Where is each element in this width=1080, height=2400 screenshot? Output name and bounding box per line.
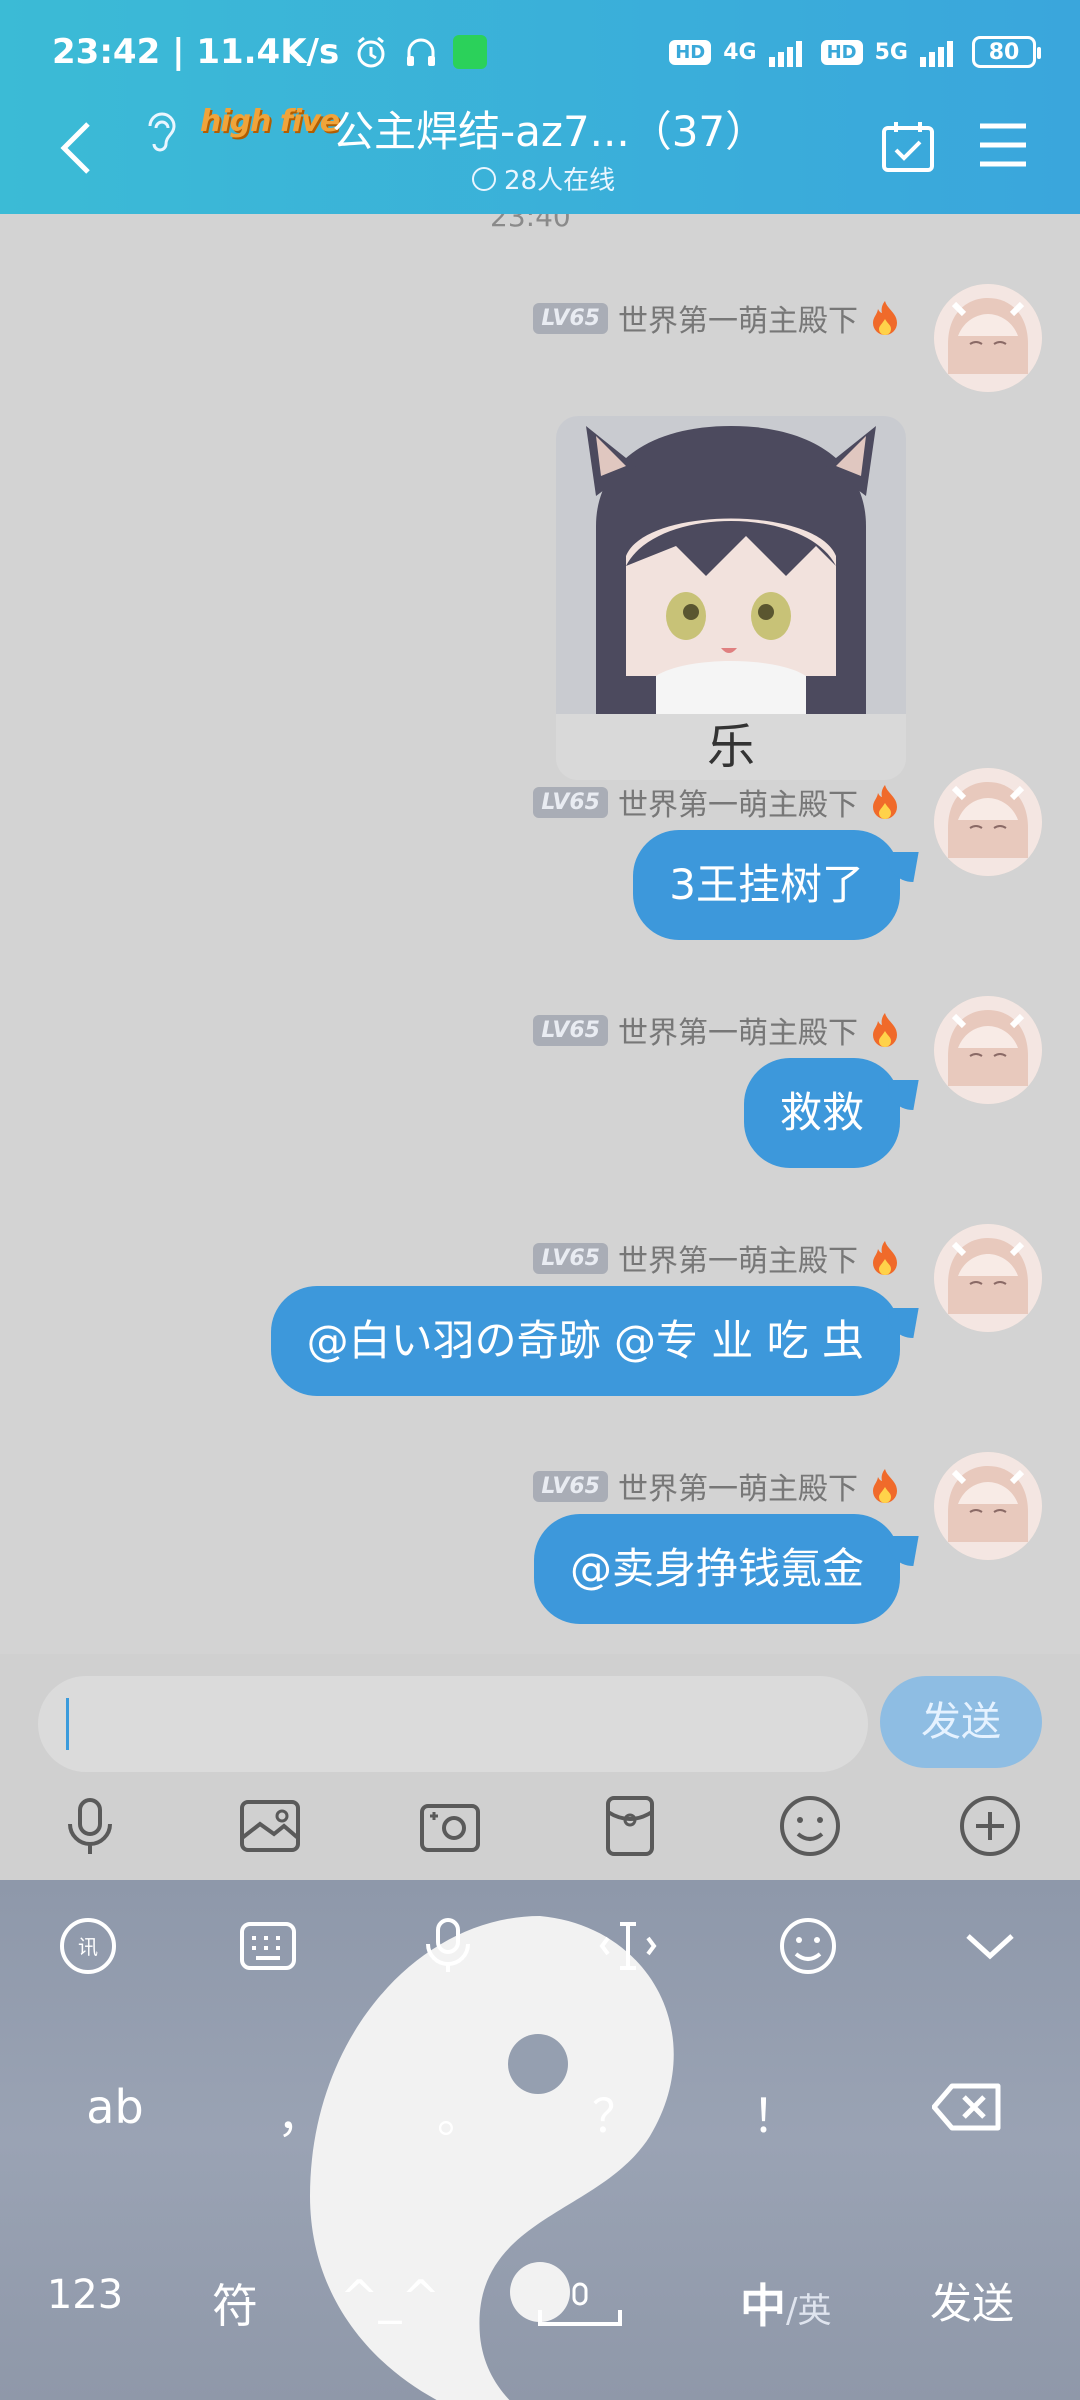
sender-name[interactable]: 世界第一萌主殿下: [618, 296, 858, 340]
menu-icon[interactable]: [978, 122, 1028, 168]
level-badge: LV65: [533, 1014, 608, 1046]
lang-zh: 中: [740, 2279, 786, 2333]
fire-icon: [873, 1469, 897, 1503]
avatar[interactable]: [934, 1452, 1042, 1560]
send-button[interactable]: 发送: [880, 1676, 1042, 1768]
mic-icon[interactable]: [58, 1794, 122, 1858]
backspace-icon[interactable]: [932, 2082, 1002, 2132]
fire-icon: [873, 1241, 897, 1275]
sender-name[interactable]: 世界第一萌主殿下: [618, 1236, 858, 1280]
text-cursor: [66, 1698, 69, 1750]
battery-icon: 80: [972, 36, 1041, 68]
chevron-down-icon: [472, 166, 496, 191]
avatar[interactable]: [934, 768, 1042, 876]
group-brand-logo: high five: [200, 104, 340, 139]
key-symbols[interactable]: 符: [190, 2270, 280, 2336]
sticker-message[interactable]: 乐: [556, 416, 906, 780]
message-bubble[interactable]: 3王挂树了: [633, 830, 900, 940]
group-title[interactable]: 公主焊结-az7...（37）: [332, 98, 767, 159]
status-time: 23:42 | 11.4K/s: [52, 32, 340, 72]
sender-name[interactable]: 世界第一萌主殿下: [618, 780, 858, 824]
hd-badge: HD: [669, 39, 712, 65]
image-icon[interactable]: [238, 1794, 302, 1858]
message-bubble[interactable]: @白い羽の奇跡 @专 业 吃 虫: [270, 1286, 900, 1396]
svg-text:讯: 讯: [78, 1935, 98, 1959]
avatar[interactable]: [934, 996, 1042, 1104]
message-input[interactable]: [38, 1676, 868, 1772]
network-label: 4G: [723, 39, 757, 65]
avatar[interactable]: [934, 284, 1042, 392]
emoji-icon[interactable]: [778, 1916, 838, 1976]
message-timestamp: 23:40: [490, 214, 571, 233]
space-key[interactable]: [530, 2280, 630, 2340]
message-sender: LV65 世界第一萌主殿下: [533, 1008, 902, 1052]
camera-icon[interactable]: [418, 1794, 482, 1858]
chevron-down-icon[interactable]: [960, 1916, 1020, 1976]
online-count[interactable]: 28人在线: [472, 160, 615, 197]
level-badge: LV65: [533, 786, 608, 818]
key-exclaim[interactable]: ！: [735, 2080, 815, 2146]
sender-name[interactable]: 世界第一萌主殿下: [618, 1008, 858, 1052]
message-list[interactable]: 23:40 LV65 世界第一萌主殿下 乐 LV65 世界第一萌主殿下 3王挂树…: [0, 214, 1080, 1654]
online-count-label: 28人在线: [504, 166, 616, 196]
sender-name[interactable]: 世界第一萌主殿下: [618, 1464, 858, 1508]
status-bar-left: 23:42 | 11.4K/s: [52, 30, 488, 74]
voice-icon[interactable]: [418, 1916, 478, 1976]
lang-en: /英: [786, 2291, 832, 2331]
key-comma[interactable]: ，: [260, 2080, 340, 2146]
avatar[interactable]: [934, 1224, 1042, 1332]
chat-header: 23:42 | 11.4K/s HD 4G HD 5G 80 high five…: [0, 0, 1080, 214]
message-sender: LV65 世界第一萌主殿下: [533, 780, 902, 824]
ifly-icon[interactable]: 讯: [58, 1916, 118, 1976]
composer: 发送: [0, 1654, 1080, 1880]
headphones-icon: [407, 38, 436, 66]
key-123[interactable]: 123: [30, 2272, 140, 2318]
ime-keyboard: 讯 ab ， 。 ？ ！ 123 符 ^_^ 中/英 发送: [0, 1880, 1080, 2400]
app-notification-icon: [453, 35, 488, 69]
key-period[interactable]: 。: [420, 2080, 500, 2146]
network-label: 5G: [874, 39, 908, 65]
red-packet-icon[interactable]: [598, 1794, 662, 1858]
hd-badge: HD: [820, 39, 863, 65]
calendar-check-icon[interactable]: [880, 118, 936, 174]
sticker-image: [556, 416, 906, 714]
message-bubble[interactable]: 救救: [743, 1058, 900, 1168]
sticker-caption: 乐: [556, 714, 906, 780]
key-ab[interactable]: ab: [60, 2080, 170, 2134]
level-badge: LV65: [533, 1470, 608, 1502]
fire-icon: [873, 1013, 897, 1047]
key-lang-switch[interactable]: 中/英: [740, 2270, 890, 2336]
fire-icon: [873, 785, 897, 819]
ear-icon[interactable]: [142, 108, 182, 156]
back-button[interactable]: [54, 118, 98, 178]
level-badge: LV65: [533, 1242, 608, 1274]
level-badge: LV65: [533, 302, 608, 334]
fire-icon: [873, 301, 897, 335]
message-sender: LV65 世界第一萌主殿下: [533, 1236, 902, 1280]
key-question[interactable]: ？: [575, 2080, 655, 2146]
signal-icon: [768, 41, 802, 67]
key-emoticon[interactable]: ^_^: [320, 2270, 460, 2324]
keyboard-send-key[interactable]: 发送: [912, 2270, 1032, 2331]
cursor-icon[interactable]: [598, 1916, 658, 1976]
message-sender: LV65 世界第一萌主殿下: [533, 296, 902, 340]
signal-icon: [920, 41, 953, 67]
battery-level: 80: [988, 39, 1020, 65]
alarm-icon: [357, 36, 385, 68]
status-bar-right: HD 4G HD 5G 80: [669, 30, 1041, 74]
message-sender: LV65 世界第一萌主殿下: [533, 1464, 902, 1508]
keyboard-icon[interactable]: [238, 1916, 298, 1976]
emoji-icon[interactable]: [778, 1794, 842, 1858]
plus-icon[interactable]: [958, 1794, 1022, 1858]
message-bubble[interactable]: @卖身挣钱氪金: [533, 1514, 900, 1624]
